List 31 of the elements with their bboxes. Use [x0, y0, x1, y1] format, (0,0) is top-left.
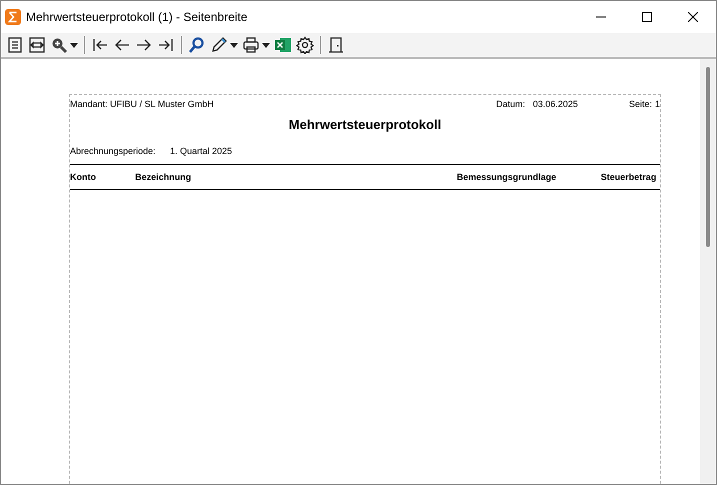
page-width-icon: [28, 36, 46, 54]
client-label: Mandant: UFIBU / SL Muster GmbH: [70, 99, 215, 109]
last-page-icon: [157, 36, 175, 54]
spreadsheet-icon: [274, 36, 292, 54]
period-label: Abrechnungsperiode:: [70, 146, 157, 156]
close-icon: [688, 12, 698, 22]
window-title: Mehrwertsteuerprotokoll (1) - Seitenbreite: [26, 10, 248, 24]
first-page-icon: [91, 36, 109, 54]
pencil-icon: [210, 36, 228, 54]
date-value: 03.06.2025: [532, 99, 579, 109]
caret-icon: [262, 42, 270, 48]
page-icon: [6, 36, 24, 54]
page-label: Seite:: [628, 99, 652, 109]
date-label: Datum:: [496, 99, 526, 109]
door-icon: [327, 36, 345, 54]
toolbar-button[interactable]: [294, 34, 316, 56]
column-header: Steuerbetrag: [600, 172, 658, 182]
maximize-icon: [642, 12, 652, 22]
settings-icon: [296, 36, 314, 54]
column-header: Bezeichnung: [135, 172, 192, 182]
page-number: 1: [655, 99, 660, 109]
report-title: Mehrwertsteuerprotokoll: [288, 117, 442, 132]
app-icon: [5, 9, 21, 25]
zoom-in-icon: [50, 36, 68, 54]
caret-icon: [230, 42, 238, 48]
search-icon: [188, 36, 206, 54]
column-header: Konto: [70, 172, 97, 182]
caret-icon: [70, 42, 78, 48]
printer-icon: [242, 36, 260, 54]
period-value: 1. Quartal 2025: [170, 146, 232, 156]
column-header: Bemessungsgrundlage: [456, 172, 558, 182]
